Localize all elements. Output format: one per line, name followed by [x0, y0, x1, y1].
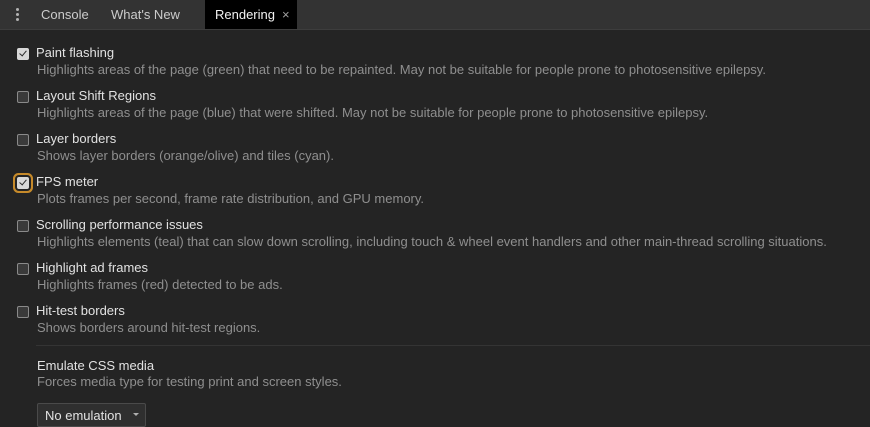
option-title[interactable]: Scrolling performance issues [36, 217, 203, 232]
devtools-drawer: Console What's New Rendering × Paint fla… [0, 0, 870, 427]
option-title[interactable]: Hit-test borders [36, 303, 125, 318]
option-title[interactable]: Layout Shift Regions [36, 88, 156, 103]
tab-console[interactable]: Console [41, 0, 89, 29]
close-icon[interactable]: × [282, 0, 290, 30]
option-description: Plots frames per second, frame rate dist… [37, 191, 425, 206]
emulate-css-media-title: Emulate CSS media [37, 358, 155, 373]
option-highlight-ad-frames: Highlight ad frames Highlights frames (r… [0, 260, 870, 300]
tab-whats-new[interactable]: What's New [111, 0, 180, 29]
option-description: Shows borders around hit-test regions. [37, 320, 261, 335]
option-paint-flashing: Paint flashing Highlights areas of the p… [0, 45, 870, 85]
hit-test-borders-checkbox[interactable] [17, 306, 29, 318]
option-title[interactable]: Layer borders [36, 131, 116, 146]
option-layout-shift-regions: Layout Shift Regions Highlights areas of… [0, 88, 870, 128]
fps-meter-checkbox[interactable] [17, 177, 29, 189]
checkmark-icon [19, 177, 27, 186]
layout-shift-regions-checkbox[interactable] [17, 91, 29, 103]
drawer-tabbar: Console What's New Rendering × [0, 0, 870, 30]
highlight-ad-frames-checkbox[interactable] [17, 263, 29, 275]
emulate-media-select[interactable]: No emulation [37, 403, 146, 427]
paint-flashing-checkbox[interactable] [17, 48, 29, 60]
scrolling-performance-checkbox[interactable] [17, 220, 29, 232]
option-layer-borders: Layer borders Shows layer borders (orang… [0, 131, 870, 171]
option-description: Shows layer borders (orange/olive) and t… [37, 148, 334, 163]
option-description: Highlights areas of the page (green) tha… [37, 62, 766, 77]
option-scrolling-performance-issues: Scrolling performance issues Highlights … [0, 217, 870, 257]
option-title[interactable]: Highlight ad frames [36, 260, 148, 275]
option-title[interactable]: FPS meter [36, 174, 98, 189]
emulate-css-media-description: Forces media type for testing print and … [37, 374, 342, 389]
dropdown-caret-icon [133, 413, 139, 416]
checkmark-icon [19, 48, 27, 57]
layer-borders-checkbox[interactable] [17, 134, 29, 146]
section-divider [36, 345, 870, 346]
option-description: Highlights elements (teal) that can slow… [37, 234, 827, 249]
tab-rendering[interactable]: Rendering × [205, 0, 297, 29]
option-description: Highlights areas of the page (blue) that… [37, 105, 709, 120]
more-options-icon[interactable] [12, 7, 24, 23]
option-description: Highlights frames (red) detected to be a… [37, 277, 283, 292]
option-hit-test-borders: Hit-test borders Shows borders around hi… [0, 303, 870, 343]
option-title[interactable]: Paint flashing [36, 45, 114, 60]
tab-rendering-label: Rendering [215, 7, 275, 22]
option-fps-meter: FPS meter Plots frames per second, frame… [0, 174, 870, 214]
emulate-media-selected-value: No emulation [45, 408, 122, 423]
